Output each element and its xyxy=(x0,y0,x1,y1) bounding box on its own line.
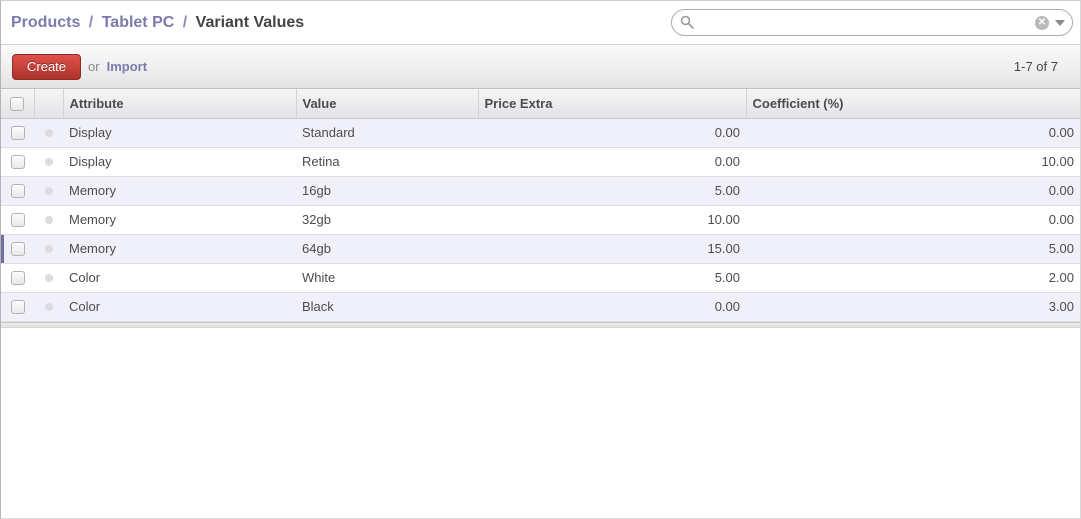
cell-coefficient[interactable]: 2.00 xyxy=(746,263,1080,292)
row-checkbox-cell xyxy=(1,176,34,205)
select-all-cell xyxy=(1,89,34,118)
create-button[interactable]: Create xyxy=(12,54,81,80)
row-handle-cell xyxy=(34,205,63,234)
cell-price-extra[interactable]: 15.00 xyxy=(478,234,746,263)
list-toolbar: Create or Import 1-7 of 7 xyxy=(1,45,1080,89)
cell-attribute[interactable]: Display xyxy=(63,147,296,176)
table-header-row: Attribute Value Price Extra Coefficient … xyxy=(1,89,1080,118)
search-box[interactable]: ✕ xyxy=(671,9,1073,36)
column-header-price-extra[interactable]: Price Extra xyxy=(478,89,746,118)
cell-attribute[interactable]: Color xyxy=(63,263,296,292)
breadcrumb: Products / Tablet PC / Variant Values xyxy=(11,14,304,32)
import-link[interactable]: Import xyxy=(107,59,147,74)
cell-value[interactable]: 64gb xyxy=(296,234,478,263)
cell-coefficient[interactable]: 5.00 xyxy=(746,234,1080,263)
cell-value[interactable]: 32gb xyxy=(296,205,478,234)
cell-value[interactable]: 16gb xyxy=(296,176,478,205)
list-view-page: Products / Tablet PC / Variant Values ✕ … xyxy=(0,0,1081,519)
table-row[interactable]: Memory 16gb 5.00 0.00 xyxy=(1,176,1080,205)
row-handle-cell xyxy=(34,263,63,292)
cell-attribute[interactable]: Memory xyxy=(63,205,296,234)
cell-value[interactable]: Retina xyxy=(296,147,478,176)
column-header-attribute[interactable]: Attribute xyxy=(63,89,296,118)
clear-search-icon[interactable]: ✕ xyxy=(1035,16,1049,30)
table-footer-strip xyxy=(1,322,1080,328)
search-input[interactable] xyxy=(700,14,1035,31)
breadcrumb-link-tablet-pc[interactable]: Tablet PC xyxy=(102,14,175,31)
breadcrumb-separator: / xyxy=(89,14,93,31)
drag-handle-icon[interactable] xyxy=(45,303,53,311)
variant-values-table: Attribute Value Price Extra Coefficient … xyxy=(1,89,1080,322)
cell-value[interactable]: White xyxy=(296,263,478,292)
drag-handle-icon[interactable] xyxy=(45,129,53,137)
row-checkbox[interactable] xyxy=(11,242,25,256)
drag-handle-icon[interactable] xyxy=(45,245,53,253)
row-handle-cell xyxy=(34,176,63,205)
breadcrumb-link-products[interactable]: Products xyxy=(11,14,80,31)
row-checkbox-cell xyxy=(1,205,34,234)
page-title: Variant Values xyxy=(196,14,305,31)
drag-handle-icon[interactable] xyxy=(45,274,53,282)
row-checkbox-cell xyxy=(1,234,34,263)
select-all-checkbox[interactable] xyxy=(10,97,24,111)
row-handle-cell xyxy=(34,234,63,263)
cell-attribute[interactable]: Memory xyxy=(63,176,296,205)
cell-coefficient[interactable]: 3.00 xyxy=(746,292,1080,321)
table-row[interactable]: Display Retina 0.00 10.00 xyxy=(1,147,1080,176)
row-handle-cell xyxy=(34,118,63,147)
column-header-coefficient[interactable]: Coefficient (%) xyxy=(746,89,1080,118)
breadcrumb-separator: / xyxy=(183,14,187,31)
cell-price-extra[interactable]: 10.00 xyxy=(478,205,746,234)
header-bar: Products / Tablet PC / Variant Values ✕ xyxy=(1,1,1080,45)
cell-price-extra[interactable]: 5.00 xyxy=(478,263,746,292)
cell-coefficient[interactable]: 0.00 xyxy=(746,176,1080,205)
handle-header-cell xyxy=(34,89,63,118)
row-checkbox[interactable] xyxy=(11,213,25,227)
row-checkbox[interactable] xyxy=(11,184,25,198)
cell-attribute[interactable]: Color xyxy=(63,292,296,321)
cell-price-extra[interactable]: 5.00 xyxy=(478,176,746,205)
search-icon xyxy=(680,15,695,30)
search-dropdown-arrow-icon[interactable] xyxy=(1055,20,1065,26)
cell-attribute[interactable]: Memory xyxy=(63,234,296,263)
cell-coefficient[interactable]: 0.00 xyxy=(746,205,1080,234)
cell-price-extra[interactable]: 0.00 xyxy=(478,118,746,147)
row-checkbox[interactable] xyxy=(11,126,25,140)
column-header-value[interactable]: Value xyxy=(296,89,478,118)
cell-value[interactable]: Standard xyxy=(296,118,478,147)
row-handle-cell xyxy=(34,147,63,176)
table-row[interactable]: Display Standard 0.00 0.00 xyxy=(1,118,1080,147)
row-handle-cell xyxy=(34,292,63,321)
table-row[interactable]: Memory 32gb 10.00 0.00 xyxy=(1,205,1080,234)
cell-coefficient[interactable]: 0.00 xyxy=(746,118,1080,147)
cell-price-extra[interactable]: 0.00 xyxy=(478,147,746,176)
table-row[interactable]: Memory 64gb 15.00 5.00 xyxy=(1,234,1080,263)
drag-handle-icon[interactable] xyxy=(45,187,53,195)
table-row[interactable]: Color White 5.00 2.00 xyxy=(1,263,1080,292)
drag-handle-icon[interactable] xyxy=(45,158,53,166)
row-checkbox[interactable] xyxy=(11,300,25,314)
or-label: or xyxy=(88,59,100,74)
row-checkbox[interactable] xyxy=(11,271,25,285)
row-checkbox-cell xyxy=(1,263,34,292)
row-checkbox-cell xyxy=(1,118,34,147)
cell-attribute[interactable]: Display xyxy=(63,118,296,147)
row-checkbox-cell xyxy=(1,292,34,321)
drag-handle-icon[interactable] xyxy=(45,216,53,224)
row-checkbox-cell xyxy=(1,147,34,176)
row-checkbox[interactable] xyxy=(11,155,25,169)
cell-value[interactable]: Black xyxy=(296,292,478,321)
cell-coefficient[interactable]: 10.00 xyxy=(746,147,1080,176)
table-row[interactable]: Color Black 0.00 3.00 xyxy=(1,292,1080,321)
cell-price-extra[interactable]: 0.00 xyxy=(478,292,746,321)
pager-text: 1-7 of 7 xyxy=(1014,59,1080,74)
